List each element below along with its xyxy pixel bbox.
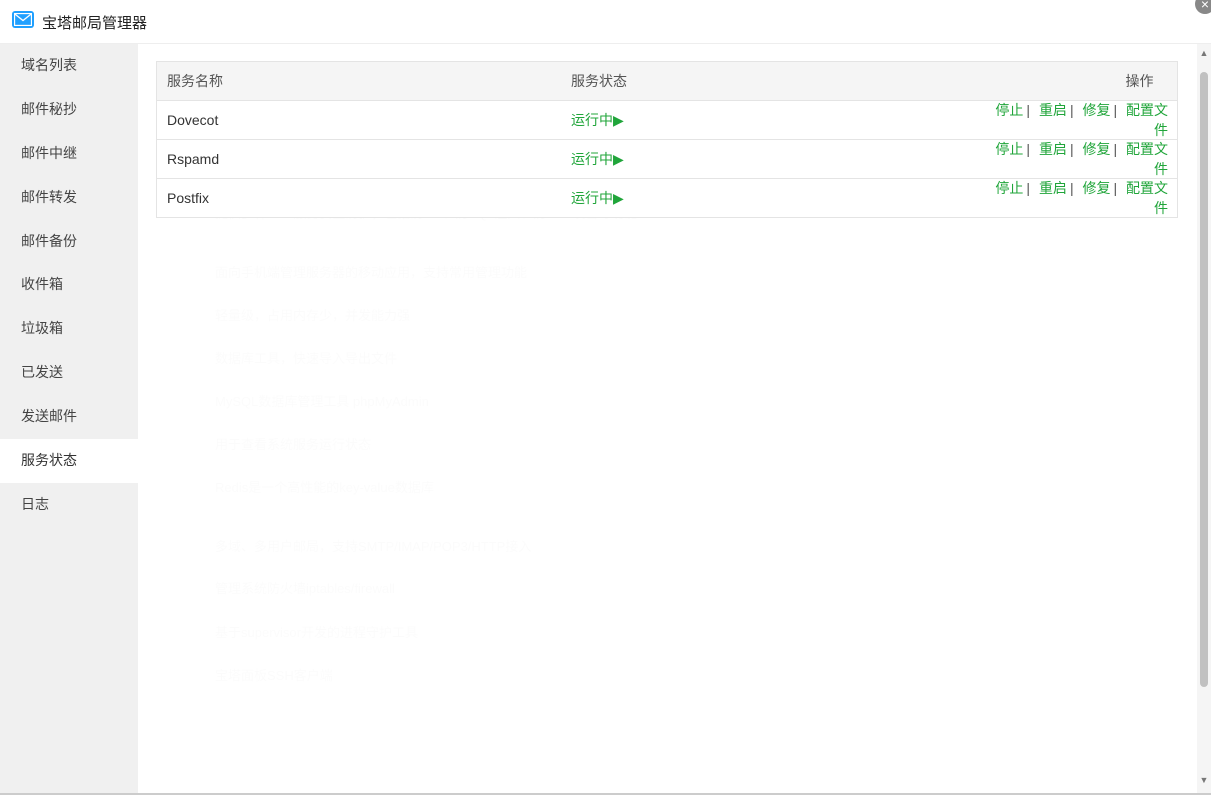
header-service-name: 服务名称 <box>167 73 223 89</box>
main-panel: 服务名称 服务状态 操作 Dovecot 运行中▶ 停止 | 重启 | 修复 | 配置… <box>138 44 1197 795</box>
service-name: Postfix <box>167 190 210 206</box>
stop-button[interactable]: 停止 <box>995 102 1023 118</box>
vertical-scrollbar[interactable]: ▲ ▼ <box>1197 44 1211 795</box>
sidebar-item-domain-list[interactable]: 域名列表 <box>0 44 138 88</box>
sidebar-item-mail-relay[interactable]: 邮件中继 <box>0 132 138 176</box>
stop-button[interactable]: 停止 <box>995 180 1023 196</box>
scroll-down-icon[interactable]: ▼ <box>1197 773 1211 787</box>
scrollbar-thumb[interactable] <box>1200 72 1208 687</box>
sidebar-item-spam[interactable]: 垃圾箱 <box>0 307 138 351</box>
config-file-button[interactable]: 配置文件 <box>1126 180 1168 216</box>
restart-button[interactable]: 重启 <box>1039 141 1067 157</box>
sidebar-item-mail-forward[interactable]: 邮件转发 <box>0 176 138 220</box>
service-status: 运行中▶ <box>571 151 624 167</box>
mail-icon <box>12 11 34 28</box>
service-name: Rspamd <box>167 151 220 167</box>
config-file-button[interactable]: 配置文件 <box>1126 102 1168 138</box>
service-name: Dovecot <box>167 112 219 128</box>
table-row: Dovecot 运行中▶ 停止 | 重启 | 修复 | 配置文件 <box>157 101 1177 140</box>
header-service-status: 服务状态 <box>571 73 627 89</box>
sidebar-item-inbox[interactable]: 收件箱 <box>0 263 138 307</box>
title-bar: 宝塔邮局管理器 × <box>0 0 1211 44</box>
row-actions: 停止 | 重启 | 修复 | 配置文件 <box>995 102 1168 138</box>
sidebar-item-service-status[interactable]: 服务状态 <box>0 439 138 483</box>
repair-button[interactable]: 修复 <box>1082 141 1110 157</box>
close-button[interactable]: × <box>1195 0 1211 14</box>
row-actions: 停止 | 重启 | 修复 | 配置文件 <box>995 180 1168 216</box>
table-row: Postfix 运行中▶ 停止 | 重启 | 修复 | 配置文件 <box>157 179 1177 217</box>
window-title: 宝塔邮局管理器 <box>42 15 148 32</box>
repair-button[interactable]: 修复 <box>1082 180 1110 196</box>
header-operations: 操作 <box>1125 73 1154 89</box>
sidebar-item-mail-backup[interactable]: 邮件备份 <box>0 220 138 264</box>
repair-button[interactable]: 修复 <box>1082 102 1110 118</box>
table-row: Rspamd 运行中▶ 停止 | 重启 | 修复 | 配置文件 <box>157 140 1177 179</box>
service-status: 运行中▶ <box>571 190 624 206</box>
config-file-button[interactable]: 配置文件 <box>1126 141 1168 177</box>
sidebar-item-sent[interactable]: 已发送 <box>0 351 138 395</box>
restart-button[interactable]: 重启 <box>1039 180 1067 196</box>
scroll-up-icon[interactable]: ▲ <box>1197 46 1211 60</box>
service-table: 服务名称 服务状态 操作 Dovecot 运行中▶ 停止 | 重启 | 修复 | 配置… <box>156 61 1178 218</box>
sidebar: 域名列表 邮件秘抄 邮件中继 邮件转发 邮件备份 收件箱 垃圾箱 已发送 发送邮… <box>0 44 138 795</box>
restart-button[interactable]: 重启 <box>1039 102 1067 118</box>
row-actions: 停止 | 重启 | 修复 | 配置文件 <box>995 141 1168 177</box>
service-status: 运行中▶ <box>571 112 624 128</box>
sidebar-item-logs[interactable]: 日志 <box>0 483 138 527</box>
sidebar-item-mail-bcc[interactable]: 邮件秘抄 <box>0 88 138 132</box>
sidebar-item-send-mail[interactable]: 发送邮件 <box>0 395 138 439</box>
table-header: 服务名称 服务状态 操作 <box>157 62 1177 101</box>
stop-button[interactable]: 停止 <box>995 141 1023 157</box>
